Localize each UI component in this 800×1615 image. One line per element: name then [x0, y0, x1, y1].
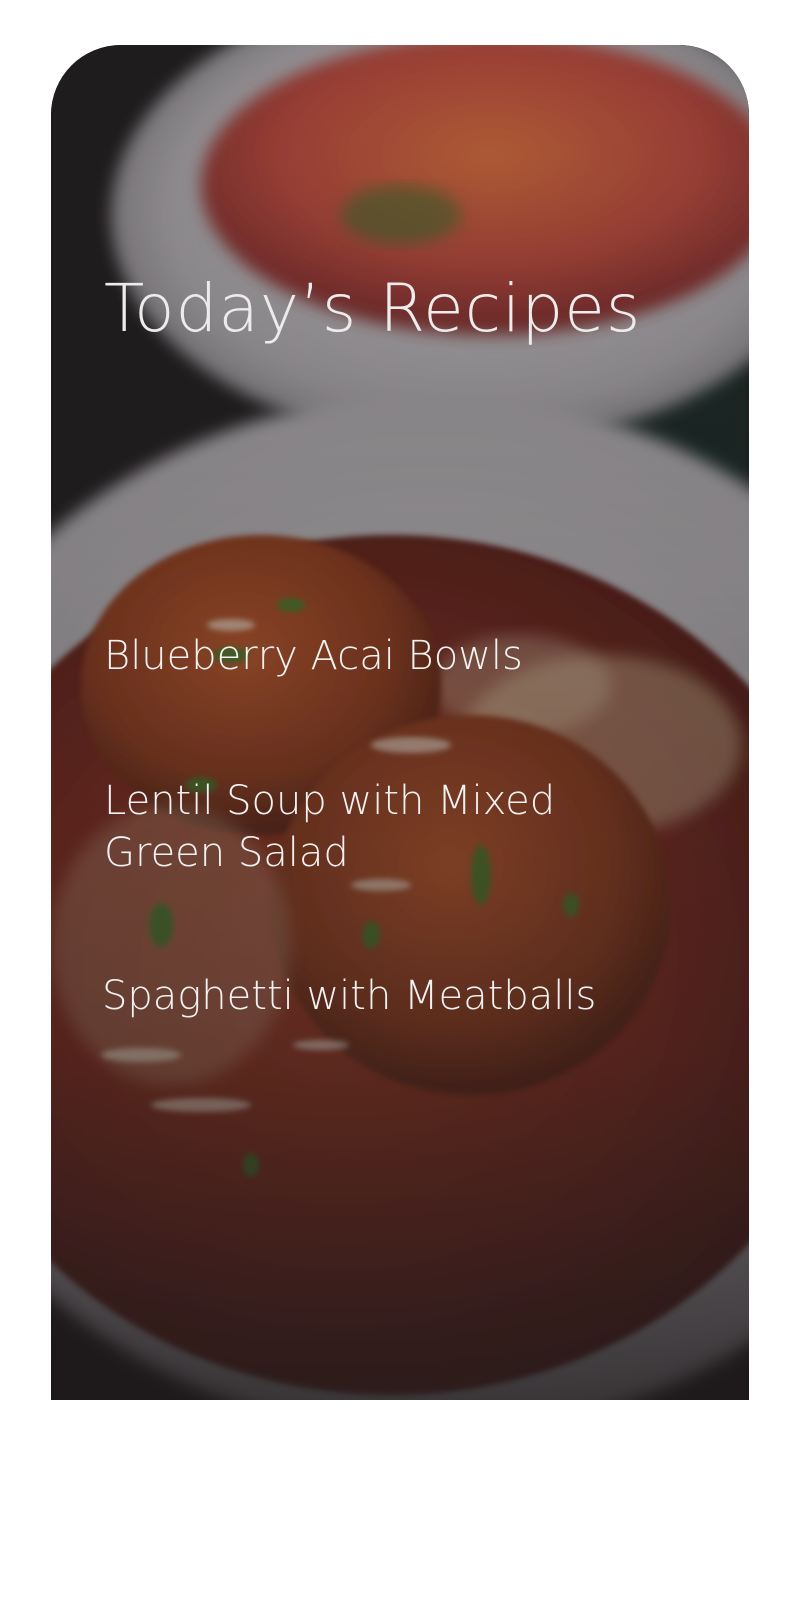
recipe-item-blueberry-acai-bowls[interactable]: Blueberry Acai Bowls	[104, 630, 523, 682]
recipe-item-lentil-soup[interactable]: Lentil Soup with Mixed Green Salad	[104, 775, 624, 879]
dark-overlay	[51, 45, 749, 1400]
recipe-card: Today’s Recipes Blueberry Acai Bowls Len…	[51, 45, 749, 1400]
page-title: Today’s Recipes	[104, 270, 642, 347]
recipe-item-spaghetti-meatballs[interactable]: Spaghetti with Meatballs	[102, 970, 596, 1022]
